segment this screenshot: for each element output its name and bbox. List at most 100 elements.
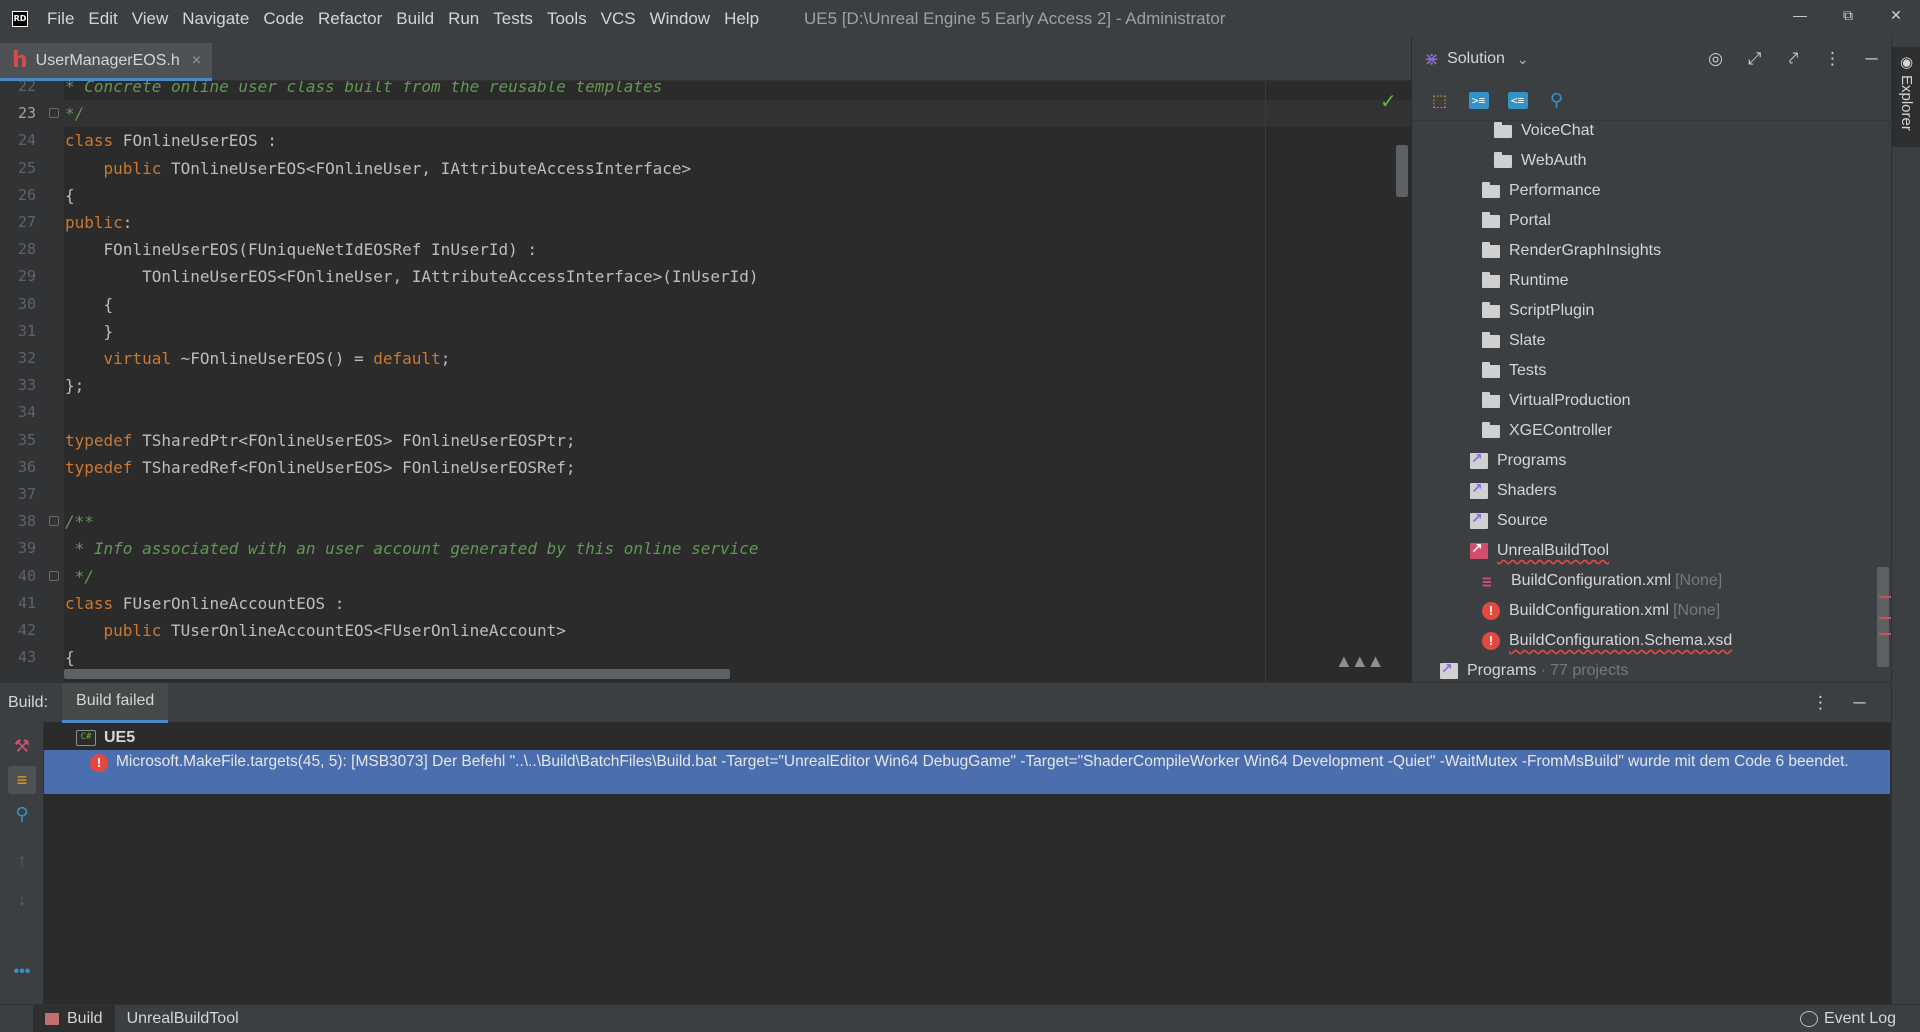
status-tab-build[interactable]: Build [33,1004,115,1032]
code-line[interactable]: 30 { [0,291,1411,318]
close-icon[interactable]: × [192,52,201,70]
tab-usermanagereos-h[interactable]: h UserManagerEOS.h × [0,43,212,81]
error-icon: ! [1482,602,1500,620]
code-line[interactable]: 24 class FOnlineUserEOS : [0,127,1411,154]
hide-panel-icon[interactable]: ─ [1840,688,1879,718]
code-line[interactable]: 38 /** [0,508,1411,535]
tree-item[interactable]: UnrealBuildTool [1470,536,1609,566]
event-log-button[interactable]: Event Log [1799,1005,1896,1032]
tree-item[interactable]: Programs [1470,446,1566,476]
menu-window[interactable]: Window [643,0,717,37]
status-tab-unrealbuildtool[interactable]: UnrealBuildTool [115,1005,251,1032]
tree-view-icon[interactable]: ≡ [8,766,36,794]
minimize-icon[interactable]: — [1776,0,1824,30]
menu-code[interactable]: Code [256,0,311,37]
code-line[interactable]: 37 [0,481,1411,508]
code-text: * Info associated with an user account g… [65,539,759,559]
menu-vcs[interactable]: VCS [594,0,643,37]
code-line[interactable]: 33}; [0,372,1411,399]
code-editor[interactable]: 22 * Concrete online user class built fro… [0,81,1411,682]
build-error-row[interactable]: ! Microsoft.MakeFile.targets(45, 5): [MS… [44,750,1890,794]
tree-item[interactable]: Slate [1482,326,1545,356]
tree-item[interactable]: ! BuildConfiguration.xml [None] [1482,596,1720,626]
more-options-icon[interactable]: ⋮ [1813,44,1852,74]
autoscroll-from-source-icon[interactable]: <≡ [1498,87,1537,115]
menu-build[interactable]: Build [389,0,441,37]
code-line[interactable]: 26 { [0,182,1411,209]
fold-marker-icon[interactable] [49,570,59,581]
tree-item[interactable]: Runtime [1482,266,1569,296]
tree-item[interactable]: Programs· 77 projects [1440,656,1628,682]
code-line[interactable]: 25 public TOnlineUserEOS<FOnlineUser, IA… [0,155,1411,182]
menu-tools[interactable]: Tools [540,0,594,37]
tree-item[interactable]: Performance [1482,176,1601,206]
close-window-icon[interactable]: ✕ [1872,0,1920,30]
tree-item[interactable]: ≡ BuildConfiguration.xml [None] [1482,566,1722,596]
locate-target-icon[interactable]: ◎ [1696,44,1735,74]
code-line[interactable]: 27 public: [0,209,1411,236]
tree-item[interactable]: Source [1470,506,1548,536]
reader-mode-icon[interactable]: ▲▲▲ [1335,651,1384,672]
solution-title[interactable]: Solution [1447,50,1505,68]
hammer-icon[interactable]: ⚒ [8,732,36,760]
build-icon [45,1012,59,1025]
code-line[interactable]: 29 TOnlineUserEOS<FOnlineUser, IAttribut… [0,263,1411,290]
menu-run[interactable]: Run [441,0,486,37]
vertical-scrollbar[interactable] [1396,145,1408,197]
menu-help[interactable]: Help [717,0,766,37]
tree-item[interactable]: Portal [1482,206,1551,236]
fold-marker-icon[interactable] [49,108,59,119]
tree-item[interactable]: ScriptPlugin [1482,296,1594,326]
code-line[interactable]: 36 typedef TSharedRef<FOnlineUserEOS> FOn… [0,454,1411,481]
code-line[interactable]: 28 FOnlineUserEOS(FUniqueNetIdEOSRef InU… [0,236,1411,263]
search-icon[interactable]: ⚲ [1537,87,1576,115]
arrow-down-icon[interactable]: ↓ [8,885,36,913]
menu-tests[interactable]: Tests [486,0,540,37]
tree-item[interactable]: WebAuth [1494,146,1587,176]
expand-all-icon[interactable]: ⤢ [1735,44,1774,74]
tree-item[interactable]: ! BuildConfiguration.Schema.xsd [1482,626,1732,656]
tree-item[interactable]: VoiceChat [1494,116,1594,146]
tab-build-failed[interactable]: Build failed [62,682,169,723]
fold-marker-icon[interactable] [49,516,59,527]
code-line[interactable]: 31 } [0,318,1411,345]
restore-icon[interactable]: ⧉ [1824,0,1872,30]
explorer-strip-tab[interactable]: ◉ Explorer [1892,47,1920,147]
menu-file[interactable]: File [40,0,81,37]
tree-item-label: Runtime [1509,272,1569,289]
code-line[interactable]: 22 * Concrete online user class built fro… [0,81,1411,100]
tree-item[interactable]: XGEController [1482,416,1612,446]
line-number: 37 [17,485,36,503]
explorer-label: Explorer [1898,75,1915,131]
chevron-down-icon[interactable]: ⌄ [1517,51,1529,68]
collapse-all-icon[interactable]: ⤤ [1774,44,1813,74]
code-line[interactable]: 23 */ [0,100,1411,128]
arrow-up-icon[interactable]: ↑ [8,846,36,874]
horizontal-scrollbar[interactable] [64,669,730,679]
menu-refactor[interactable]: Refactor [311,0,389,37]
code-line[interactable]: 32 virtual ~FOnlineUserEOS() = default; [0,345,1411,372]
tree-item[interactable]: VirtualProduction [1482,386,1631,416]
code-line[interactable]: 39 * Info associated with an user accoun… [0,535,1411,562]
select-opened-file-icon[interactable]: ⬚ [1420,87,1459,115]
code-line[interactable]: 34 [0,399,1411,426]
hide-panel-icon[interactable]: ─ [1852,44,1891,74]
code-line[interactable]: 35 typedef TSharedPtr<FOnlineUserEOS> FOn… [0,427,1411,454]
find-icon[interactable]: ⚲ [8,800,36,828]
menu-view[interactable]: View [125,0,176,37]
code-line[interactable]: 42 public TUserOnlineAccountEOS<FUserOnl… [0,617,1411,644]
more-icon[interactable]: ••• [8,958,36,986]
code-line[interactable]: 41 class FUserOnlineAccountEOS : [0,590,1411,617]
tree-item[interactable]: Shaders [1470,476,1557,506]
menu-navigate[interactable]: Navigate [175,0,256,37]
code-line[interactable]: 40 */ [0,563,1411,590]
more-options-icon[interactable]: ⋮ [1801,688,1840,718]
tree-item[interactable]: Tests [1482,356,1546,386]
analysis-ok-icon[interactable]: ✓ [1380,89,1397,114]
menu-edit[interactable]: Edit [81,0,124,37]
code-line[interactable]: 43 { [0,644,1411,671]
build-root-node[interactable]: C# UE5 [76,727,135,749]
solution-toolbar: ⬚ >≡ <≡ ⚲ [1412,81,1891,121]
show-all-files-icon[interactable]: >≡ [1459,87,1498,115]
tree-item[interactable]: RenderGraphInsights [1482,236,1661,266]
